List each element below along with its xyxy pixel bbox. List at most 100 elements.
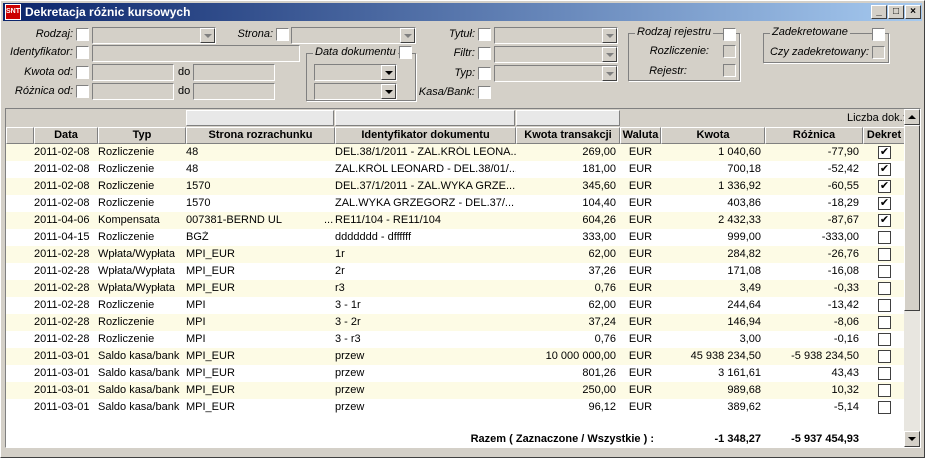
table-row[interactable]: 2011-02-08 Rozliczenie 1570 ZAL.WYKA GRZEGO… xyxy=(6,195,905,212)
cell-kwota: 45 938 234,50 xyxy=(690,350,761,362)
column-header-waluta[interactable]: Waluta xyxy=(620,127,661,144)
chevron-down-icon[interactable] xyxy=(200,28,215,43)
minimize-button[interactable]: _ xyxy=(871,5,887,19)
rozliczenie-checkbox[interactable] xyxy=(723,45,736,58)
table-row[interactable]: 2011-03-01 Saldo kasa/bank MPI_EUR przew 96,… xyxy=(6,399,905,416)
cell-kwota-transakcji: 345,60 xyxy=(582,180,616,192)
column-header-kwota[interactable]: Kwota xyxy=(661,127,765,144)
scroll-thumb[interactable] xyxy=(904,125,920,311)
title-bar[interactable]: SNT Dekretacja różnic kursowych _ □ × xyxy=(3,3,922,21)
czy-zadekretowany-checkbox[interactable] xyxy=(872,46,885,59)
strona-select[interactable] xyxy=(291,27,416,44)
cell-identyfikator: 3 - 2r xyxy=(335,316,361,328)
roznica-do-label: do xyxy=(178,85,191,97)
rodzaj-rejestru-checkbox[interactable] xyxy=(723,28,736,41)
dekret-checkbox[interactable] xyxy=(878,333,891,346)
table-row[interactable]: 2011-02-28 Rozliczenie MPI 3 - 1r 62,00 EUR 24… xyxy=(6,297,905,314)
chevron-down-icon[interactable] xyxy=(602,28,617,43)
filtr-select[interactable] xyxy=(494,46,618,63)
table-row[interactable]: 2011-02-08 Rozliczenie 48 DEL.38/1/2011 - Z… xyxy=(6,144,905,161)
documents-grid[interactable]: Liczba dok.: 40 Data Typ Strona rozrachu… xyxy=(5,108,921,448)
dekret-checkbox[interactable] xyxy=(878,401,891,414)
dekret-checkbox[interactable]: ✔ xyxy=(878,197,891,210)
filter-kwota-box[interactable] xyxy=(516,110,620,126)
column-header-strona[interactable]: Strona rozrachunku xyxy=(186,127,335,144)
data-to-select[interactable] xyxy=(314,83,397,100)
chevron-down-icon[interactable] xyxy=(381,84,396,99)
chevron-down-icon[interactable] xyxy=(381,65,396,80)
typ-checkbox[interactable] xyxy=(478,67,491,80)
dekret-checkbox[interactable]: ✔ xyxy=(878,146,891,159)
dekret-checkbox[interactable]: ✔ xyxy=(878,180,891,193)
tytul-select[interactable] xyxy=(494,27,618,44)
cell-identyfikator: DEL.37/1/2011 - ZAL.WYKA GRZE... xyxy=(335,180,516,192)
dekret-checkbox[interactable] xyxy=(878,248,891,261)
scroll-up-button[interactable] xyxy=(904,109,920,125)
tytul-checkbox[interactable] xyxy=(478,28,491,41)
scroll-down-button[interactable] xyxy=(904,431,920,447)
dekret-checkbox[interactable] xyxy=(878,384,891,397)
kwota-to-field[interactable] xyxy=(193,64,275,81)
dekret-checkbox[interactable] xyxy=(878,350,891,363)
cell-data: 2011-04-06 xyxy=(34,214,90,226)
kwota-checkbox[interactable] xyxy=(76,66,89,79)
strona-checkbox[interactable] xyxy=(276,28,289,41)
roznica-to-field[interactable] xyxy=(193,83,275,100)
kasa-bank-checkbox[interactable] xyxy=(478,86,491,99)
close-button[interactable]: × xyxy=(905,5,921,19)
table-row[interactable]: 2011-02-28 Wpłata/Wypłata MPI_EUR 1r 62,00 EU… xyxy=(6,246,905,263)
table-row[interactable]: 2011-02-28 Rozliczenie MPI 3 - r3 0,76 EUR 3,0… xyxy=(6,331,905,348)
column-header-dekret[interactable]: Dekret xyxy=(863,127,905,144)
rejestr-checkbox[interactable] xyxy=(723,64,736,77)
cell-roznica: -0,16 xyxy=(833,333,859,345)
cell-kwota-transakcji: 10 000 000,00 xyxy=(545,350,616,362)
dekret-checkbox[interactable] xyxy=(878,282,891,295)
dekret-checkbox[interactable] xyxy=(878,299,891,312)
chevron-down-icon[interactable] xyxy=(602,47,617,62)
filter-strona-box[interactable] xyxy=(186,110,334,126)
data-dokumentu-checkbox[interactable] xyxy=(399,46,412,59)
cell-strona: MPI xyxy=(186,299,206,311)
vertical-scrollbar[interactable] xyxy=(904,109,920,447)
filter-identyfikator-box[interactable] xyxy=(335,110,515,126)
maximize-button[interactable]: □ xyxy=(888,5,904,19)
dekret-checkbox[interactable] xyxy=(878,367,891,380)
roznica-from-field[interactable] xyxy=(92,83,174,100)
column-header-kwota-transakcji[interactable]: Kwota transakcji xyxy=(516,127,620,144)
dekret-checkbox[interactable]: ✔ xyxy=(878,214,891,227)
data-from-select[interactable] xyxy=(314,64,397,81)
cell-data: 2011-02-08 xyxy=(34,180,90,192)
roznica-checkbox[interactable] xyxy=(76,85,89,98)
column-header-data[interactable]: Data xyxy=(34,127,98,144)
dekret-checkbox[interactable] xyxy=(878,316,891,329)
column-header-roznica[interactable]: Różnica xyxy=(765,127,863,144)
cell-kwota: 3 161,61 xyxy=(718,367,761,379)
chevron-down-icon[interactable] xyxy=(400,28,415,43)
table-row[interactable]: 2011-02-28 Wpłata/Wypłata MPI_EUR r3 0,76 EUR… xyxy=(6,280,905,297)
table-row[interactable]: 2011-03-01 Saldo kasa/bank MPI_EUR przew 801… xyxy=(6,365,905,382)
cell-data: 2011-02-28 xyxy=(34,248,90,260)
table-row[interactable]: 2011-02-28 Wpłata/Wypłata MPI_EUR 2r 37,26 EU… xyxy=(6,263,905,280)
rodzaj-select[interactable] xyxy=(92,27,216,44)
filtr-checkbox[interactable] xyxy=(478,47,491,60)
dekret-checkbox[interactable]: ✔ xyxy=(878,163,891,176)
cell-kwota-transakcji: 37,26 xyxy=(588,265,616,277)
zadekretowane-checkbox[interactable] xyxy=(872,28,885,41)
table-row[interactable]: 2011-04-15 Rozliczenie BGŻ ddddddd - dfffff… xyxy=(6,229,905,246)
column-header-identyfikator[interactable]: Identyfikator dokumentu xyxy=(335,127,516,144)
identyfikator-field[interactable] xyxy=(92,45,300,62)
kwota-from-field[interactable] xyxy=(92,64,174,81)
dekret-checkbox[interactable] xyxy=(878,265,891,278)
table-row[interactable]: 2011-04-06 Kompensata 007381-BERND UL RE11/… xyxy=(6,212,905,229)
table-row[interactable]: 2011-03-01 Saldo kasa/bank MPI_EUR przew 10 … xyxy=(6,348,905,365)
table-row[interactable]: 2011-02-08 Rozliczenie 48 ZAL.KRÓL LEONARD … xyxy=(6,161,905,178)
table-row[interactable]: 2011-02-08 Rozliczenie 1570 DEL.37/1/2011 -… xyxy=(6,178,905,195)
rodzaj-checkbox[interactable] xyxy=(76,28,89,41)
dekret-checkbox[interactable] xyxy=(878,231,891,244)
column-header-typ[interactable]: Typ xyxy=(98,127,186,144)
table-row[interactable]: 2011-02-28 Rozliczenie MPI 3 - 2r 37,24 EUR 14… xyxy=(6,314,905,331)
chevron-down-icon[interactable] xyxy=(602,66,617,81)
identyfikator-checkbox[interactable] xyxy=(76,46,89,59)
typ-select[interactable] xyxy=(494,65,618,82)
table-row[interactable]: 2011-03-01 Saldo kasa/bank MPI_EUR przew 250… xyxy=(6,382,905,399)
